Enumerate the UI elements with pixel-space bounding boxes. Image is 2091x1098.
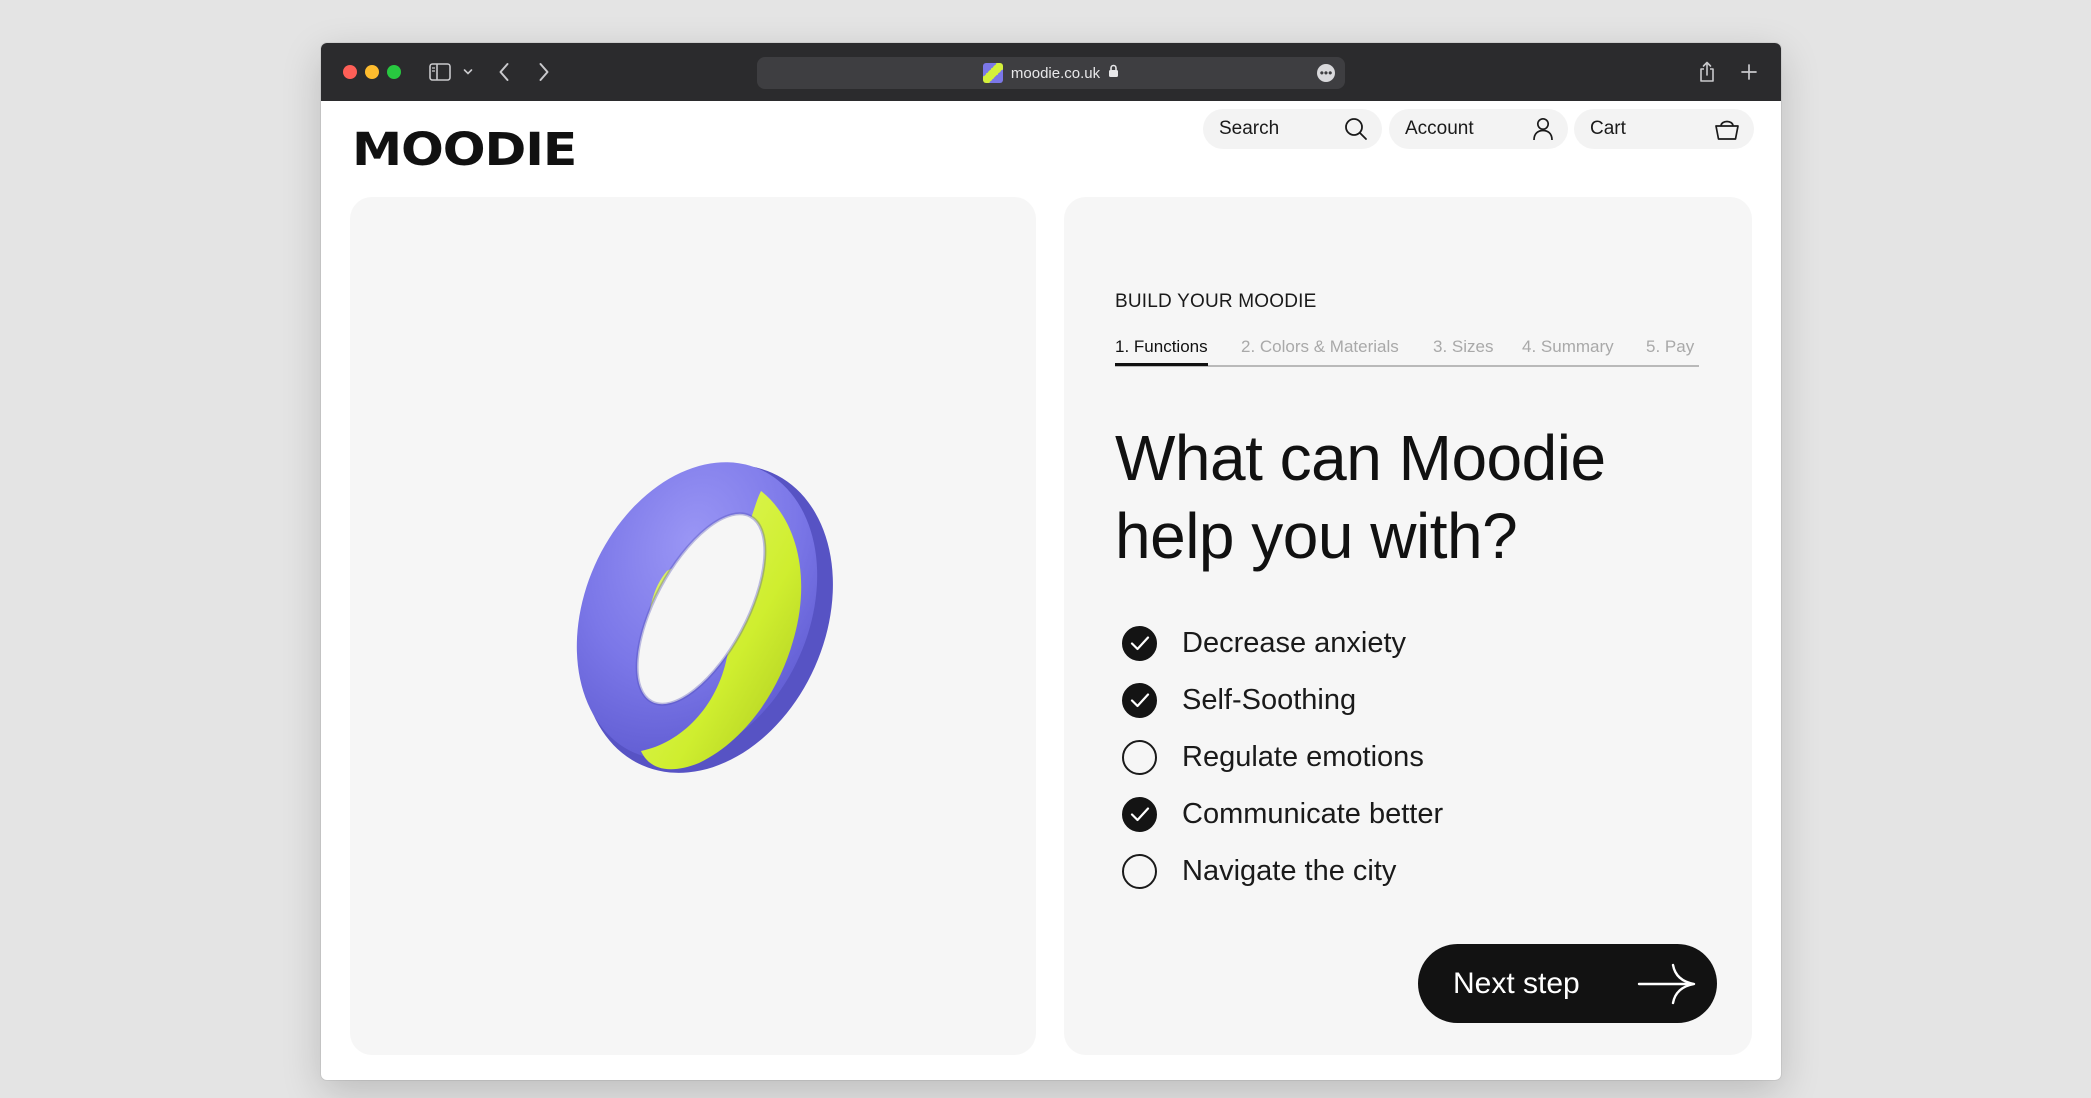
option-label: Communicate better [1182, 797, 1444, 830]
step-progress: 1. Functions 2. Colors & Materials 3. Si… [1115, 337, 1699, 367]
builder-panel: BUILD YOUR MOODIE 1. Functions 2. Colors… [1064, 197, 1752, 1055]
checkbox-checked-icon[interactable] [1122, 796, 1157, 832]
search-icon [1344, 117, 1368, 141]
back-icon[interactable] [495, 58, 513, 86]
option-label: Decrease anxiety [1182, 626, 1407, 659]
account-label: Account [1405, 118, 1474, 139]
step-colors-materials[interactable]: 2. Colors & Materials [1241, 337, 1399, 363]
zoom-window-button[interactable] [387, 65, 401, 79]
option-label: Navigate the city [1182, 854, 1397, 887]
address-url: moodie.co.uk [1010, 64, 1101, 82]
next-step-label: Next step [1453, 966, 1580, 1000]
builder-eyebrow: BUILD YOUR MOODIE [1115, 291, 1317, 312]
option-navigate-the-city[interactable]: Navigate the city [1122, 853, 1396, 889]
cart-label: Cart [1590, 118, 1626, 139]
step-functions[interactable]: 1. Functions [1115, 337, 1208, 366]
checkbox-empty-icon[interactable] [1122, 739, 1157, 775]
plus-icon[interactable] [1739, 58, 1759, 86]
sidebar-icon[interactable] [428, 58, 452, 86]
checkbox-checked-icon[interactable] [1122, 625, 1157, 661]
account-button[interactable]: Account [1389, 109, 1568, 149]
address-bar[interactable]: moodie.co.uk ••• [757, 57, 1345, 89]
product-preview-panel [350, 197, 1036, 1055]
title-line-2: help you with? [1115, 500, 1518, 572]
page-title: What can Moodie help you with? [1115, 419, 1675, 575]
more-icon[interactable]: ••• [1317, 64, 1335, 82]
option-decrease-anxiety[interactable]: Decrease anxiety [1122, 625, 1406, 661]
option-self-soothing[interactable]: Self-Soothing [1122, 682, 1356, 718]
checkbox-checked-icon[interactable] [1122, 682, 1157, 718]
next-step-button[interactable]: Next step [1418, 944, 1717, 1023]
title-line-1: What can Moodie [1115, 422, 1606, 494]
minimize-window-button[interactable] [365, 65, 379, 79]
forward-icon[interactable] [535, 58, 553, 86]
share-icon[interactable] [1697, 58, 1717, 86]
site-favicon [982, 63, 1003, 83]
option-label: Self-Soothing [1182, 683, 1357, 716]
option-communicate-better[interactable]: Communicate better [1122, 796, 1443, 832]
checkbox-empty-icon[interactable] [1122, 853, 1157, 889]
step-pay[interactable]: 5. Pay [1646, 337, 1694, 363]
chevron-down-icon[interactable] [462, 58, 474, 86]
moodie-ring-image [549, 451, 839, 781]
moodie-logo[interactable]: MOODIE [352, 123, 577, 176]
step-summary[interactable]: 4. Summary [1522, 337, 1614, 363]
arrow-right-icon [1637, 962, 1697, 1006]
lock-icon [1108, 64, 1119, 82]
close-window-button[interactable] [343, 65, 357, 79]
cart-button[interactable]: Cart [1574, 109, 1754, 149]
browser-toolbar: moodie.co.uk ••• [321, 43, 1781, 101]
user-icon [1532, 117, 1554, 141]
step-sizes[interactable]: 3. Sizes [1433, 337, 1493, 363]
search-label: Search [1219, 118, 1280, 139]
option-regulate-emotions[interactable]: Regulate emotions [1122, 739, 1424, 775]
option-label: Regulate emotions [1182, 740, 1424, 773]
search-button[interactable]: Search [1203, 109, 1382, 149]
basket-icon [1714, 117, 1740, 141]
browser-window: moodie.co.uk ••• MOODIE Search Account C… [321, 43, 1781, 1080]
